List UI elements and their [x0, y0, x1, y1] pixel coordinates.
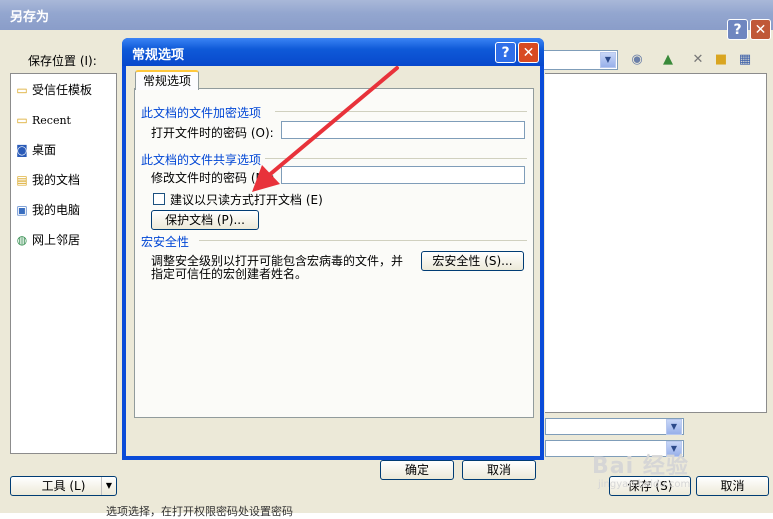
protect-document-button[interactable]: 保护文档 (P)... — [151, 210, 259, 230]
chevron-down-icon[interactable]: ▼ — [666, 419, 682, 435]
cancel-button[interactable]: 取消 — [696, 476, 769, 496]
tools-button-label: 工具 (L) — [41, 479, 86, 493]
desktop-icon: ◙ — [16, 143, 28, 157]
place-label: 桌面 — [32, 143, 57, 157]
save-as-title-bar: 另存为 ? ✕ — [0, 0, 773, 40]
dialog-title: 常规选项 — [132, 48, 185, 63]
encryption-section-title: 此文档的文件加密选项 — [141, 106, 262, 120]
dialog-close-button[interactable]: ✕ — [518, 42, 539, 63]
dialog-help-button[interactable]: ? — [495, 42, 516, 63]
place-network[interactable]: ◍ 网上邻居 — [14, 230, 114, 250]
divider — [265, 158, 527, 159]
back-icon[interactable]: ◉ — [628, 51, 646, 69]
macro-security-button[interactable]: 宏安全性 (S)... — [421, 251, 524, 271]
dialog-body: 常规选项 此文档的文件加密选项 打开文件时的密码 (O): 此文档的文件共享选项… — [126, 66, 540, 480]
modify-password-field[interactable] — [281, 166, 525, 184]
tab-panel: 此文档的文件加密选项 打开文件时的密码 (O): 此文档的文件共享选项 修改文件… — [134, 88, 534, 418]
new-folder-icon[interactable]: ■ — [712, 51, 730, 69]
macro-description-line2: 指定可信任的宏创建者姓名。 — [151, 267, 308, 281]
network-icon: ◍ — [16, 233, 28, 247]
place-my-documents[interactable]: ▤ 我的文档 — [14, 170, 114, 190]
up-folder-icon[interactable]: ▲ — [659, 51, 677, 69]
views-icon[interactable]: ▦ — [736, 51, 754, 69]
chevron-down-icon: ▼ — [101, 477, 116, 495]
file-list[interactable] — [545, 73, 767, 413]
close-button[interactable]: ✕ — [750, 19, 771, 40]
macro-section-title: 宏安全性 — [141, 235, 190, 249]
dialog-cancel-button[interactable]: 取消 — [462, 460, 536, 480]
folder-icon: ▭ — [16, 83, 28, 97]
modify-password-label: 修改文件时的密码 (M): — [151, 171, 275, 185]
ok-button[interactable]: 确定 — [380, 460, 454, 480]
folder-icon: ▭ — [16, 113, 28, 127]
tab-general-options[interactable]: 常规选项 — [135, 70, 199, 90]
place-trusted-templates[interactable]: ▭ 受信任模板 — [14, 80, 114, 100]
documents-icon: ▤ — [16, 173, 28, 187]
sharing-section-title: 此文档的文件共享选项 — [141, 153, 262, 167]
background-caption: 选项选择，在打开权限密码处设置密码 — [106, 505, 293, 518]
place-recent[interactable]: ▭ Recent — [14, 110, 114, 130]
help-button[interactable]: ? — [727, 19, 748, 40]
file-name-input[interactable]: ▼ — [545, 418, 684, 435]
computer-icon: ▣ — [16, 203, 28, 217]
save-location-dropdown[interactable]: ▼ — [540, 50, 618, 70]
divider — [199, 240, 527, 241]
place-label: 网上邻居 — [32, 233, 81, 247]
save-location-label: 保存位置 (I): — [28, 54, 97, 68]
open-password-field[interactable] — [281, 121, 525, 139]
place-desktop[interactable]: ◙ 桌面 — [14, 140, 114, 160]
places-bar: ▭ 受信任模板 ▭ Recent ◙ 桌面 ▤ 我的文档 ▣ 我的电脑 ◍ 网上邻居 — [10, 73, 117, 454]
baidu-watermark: Bai 经验 — [592, 454, 689, 479]
place-label: 受信任模板 — [32, 83, 93, 97]
place-label: 我的文档 — [32, 173, 81, 187]
dialog-title-bar: 常规选项 ? ✕ — [122, 38, 544, 66]
baidu-watermark-url: jingyan.baidu.com — [598, 479, 691, 490]
tools-button[interactable]: 工具 (L) ▼ — [10, 476, 117, 496]
open-password-label: 打开文件时的密码 (O): — [151, 126, 274, 140]
delete-icon[interactable]: ✕ — [689, 51, 707, 69]
place-label: Recent — [32, 114, 71, 127]
place-my-computer[interactable]: ▣ 我的电脑 — [14, 200, 114, 220]
place-label: 我的电脑 — [32, 203, 81, 217]
divider — [275, 111, 527, 112]
general-options-dialog: 常规选项 ? ✕ 常规选项 此文档的文件加密选项 打开文件时的密码 (O): 此… — [122, 38, 544, 480]
readonly-checkbox[interactable] — [153, 193, 165, 205]
save-as-title: 另存为 — [10, 10, 50, 25]
readonly-label: 建议以只读方式打开文档 (E) — [170, 193, 323, 207]
chevron-down-icon[interactable]: ▼ — [600, 52, 616, 68]
